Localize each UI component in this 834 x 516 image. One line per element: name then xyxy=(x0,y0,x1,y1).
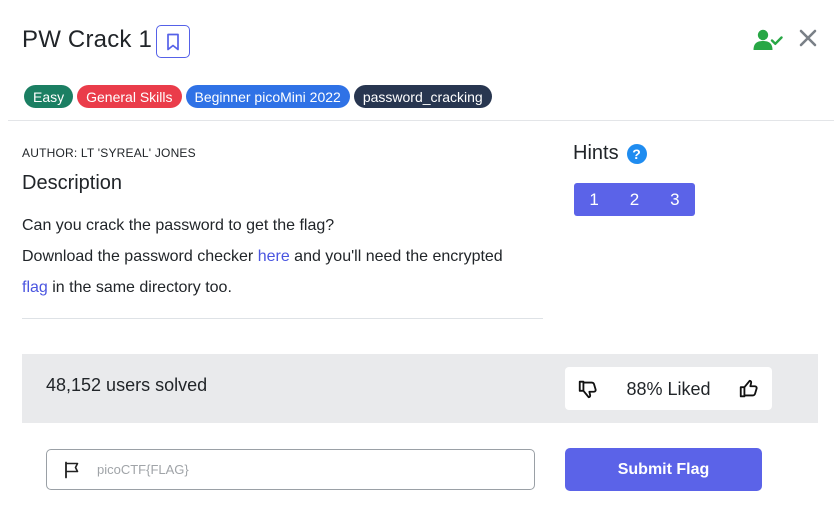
tag-list: Easy General Skills Beginner picoMini 20… xyxy=(24,85,492,108)
description-line: Can you crack the password to get the fl… xyxy=(22,217,335,234)
flag-input[interactable] xyxy=(97,450,517,489)
description-heading: Description xyxy=(22,172,123,194)
hints-heading-label: Hints xyxy=(573,142,619,164)
flag-icon xyxy=(65,461,79,479)
solved-count: 48,152 users solved xyxy=(46,375,208,395)
like-widget: 88% Liked xyxy=(565,367,772,410)
bookmark-button[interactable] xyxy=(156,25,190,58)
description-divider xyxy=(22,318,543,319)
description-body: Can you crack the password to get the fl… xyxy=(22,210,552,303)
user-check-icon[interactable] xyxy=(753,28,783,52)
stats-bar: 48,152 users solved 88% Liked xyxy=(22,354,818,423)
header-divider xyxy=(8,120,834,121)
flag-input-wrapper xyxy=(46,449,535,490)
hint-button-3[interactable]: 3 xyxy=(655,183,695,216)
hint-button-2[interactable]: 2 xyxy=(614,183,654,216)
tag-category[interactable]: General Skills xyxy=(77,85,182,108)
description-line: flag in the same directory too. xyxy=(22,279,232,296)
question-circle-icon[interactable]: ? xyxy=(626,143,647,164)
tag-topic[interactable]: password_cracking xyxy=(353,85,492,108)
thumbs-up-icon[interactable] xyxy=(738,378,760,400)
tag-difficulty[interactable]: Easy xyxy=(24,85,74,108)
hint-button-group: 1 2 3 xyxy=(574,183,695,216)
page-title: PW Crack 1 xyxy=(22,26,153,53)
hint-button-1[interactable]: 1 xyxy=(574,183,614,216)
close-icon[interactable] xyxy=(797,27,819,49)
description-line: Download the password checker here and y… xyxy=(22,248,503,265)
hints-heading: Hints ? xyxy=(573,142,647,165)
bookmark-icon xyxy=(167,33,179,50)
submit-flag-button[interactable]: Submit Flag xyxy=(565,448,762,491)
tag-event[interactable]: Beginner picoMini 2022 xyxy=(185,85,350,108)
flag-download-link[interactable]: flag xyxy=(22,279,48,296)
checker-download-link[interactable]: here xyxy=(258,248,290,265)
author-label: AUTHOR: LT 'SYREAL' JONES xyxy=(22,146,196,160)
